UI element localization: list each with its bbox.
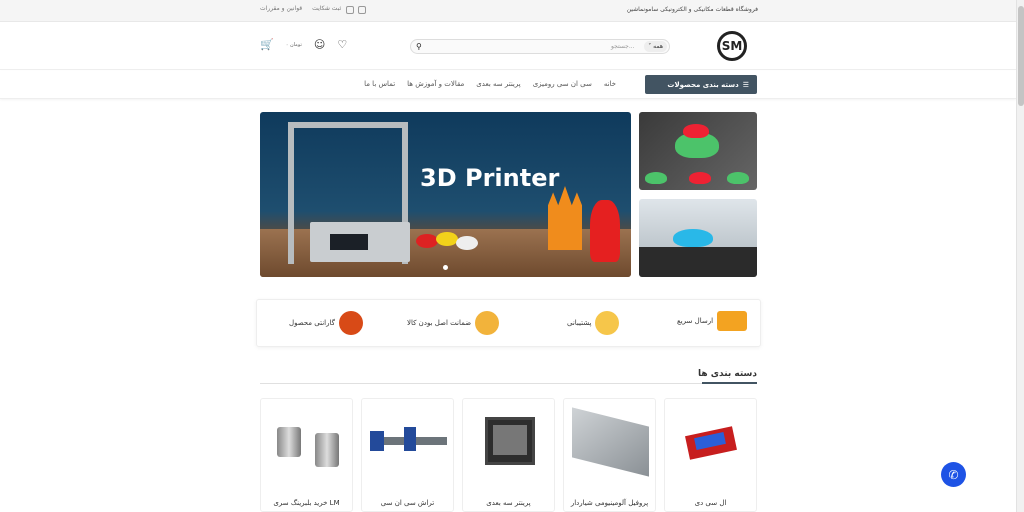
header: SM ⚲ جستجو... ˅ همه 🛒 ۰ تومان ☺ ♡: [0, 22, 1016, 70]
category-image-lcd: [673, 411, 750, 471]
categories-button-label: دسته بندی محصولات: [667, 80, 739, 89]
features-bar: ارسال سریع پشتیبانی ضمانت اصل بودن کالا …: [256, 299, 761, 347]
feature-label: پشتیبانی: [567, 319, 592, 327]
section-divider: [260, 382, 757, 384]
category-image-cnc-lathe: [370, 411, 447, 471]
category-card[interactable]: تراش سی ان سی: [361, 398, 454, 512]
wishlist-heart-icon[interactable]: ♡: [337, 38, 347, 51]
category-card[interactable]: خرید بلبرینگ سری LM: [260, 398, 353, 512]
slider-dot[interactable]: [443, 265, 448, 270]
top-bar: فروشگاه قطعات مکانیکی و الکترونیکی سامون…: [0, 0, 1016, 22]
feature-label: ضمانت اصل بودن کالا: [407, 319, 472, 327]
feature-fast-shipping: ارسال سریع: [677, 311, 748, 331]
nav-link-contact[interactable]: تماس با ما: [364, 80, 395, 88]
hero-banner[interactable]: 3D Printer: [260, 112, 631, 277]
main-nav: دسته بندی محصولات ☰ خانه سی ان سی رومیزی…: [0, 71, 1016, 99]
phone-call-button[interactable]: ✆: [941, 462, 966, 487]
categories-button[interactable]: دسته بندی محصولات ☰: [645, 75, 757, 94]
feature-support: پشتیبانی: [567, 311, 620, 335]
phone-icon: ✆: [948, 467, 959, 482]
nav-link-cnc[interactable]: سی ان سی رومیزی: [533, 80, 592, 88]
rules-link[interactable]: قوانین و مقررات: [260, 5, 302, 12]
social-icons: [346, 6, 366, 14]
store-name: فروشگاه قطعات مکانیکی و الکترونیکی سامون…: [626, 6, 758, 13]
header-icons: 🛒 ۰ تومان ☺ ♡: [260, 38, 347, 51]
search-category-select[interactable]: ˅ همه: [644, 41, 667, 52]
printer-screen-image: [330, 234, 368, 250]
logo-text: SM: [721, 39, 743, 53]
category-image-lm-bearing: [269, 411, 346, 471]
side-banner-printing[interactable]: [639, 199, 757, 277]
side-banner-boats[interactable]: [639, 112, 757, 190]
user-icon[interactable]: ☺: [314, 38, 325, 51]
category-name: ال سی دی: [694, 499, 727, 507]
support-icon: [595, 311, 620, 335]
guarantee-badge-icon: [338, 311, 363, 335]
medal-icon: [475, 311, 500, 335]
feature-label: ارسال سریع: [677, 317, 714, 325]
nav-link-3d-printer[interactable]: پرینتر سه بعدی: [476, 80, 520, 88]
top-links: قوانین و مقررات ثبت شکایت: [260, 5, 341, 12]
filament-spools-image: [416, 230, 496, 252]
category-image-aluminum-profile: [572, 407, 649, 477]
nav-link-articles[interactable]: مقالات و آموزش ها: [407, 80, 464, 88]
nav-links: خانه سی ان سی رومیزی پرینتر سه بعدی مقال…: [364, 80, 616, 88]
category-card[interactable]: ال سی دی: [664, 398, 757, 512]
lion-model-image: [590, 200, 620, 262]
page: فروشگاه قطعات مکانیکی و الکترونیکی سامون…: [0, 0, 1016, 512]
section-title: دسته بندی ها: [698, 369, 757, 379]
scrollbar[interactable]: [1016, 0, 1024, 512]
search-bar[interactable]: ⚲ جستجو... ˅ همه: [410, 39, 670, 54]
scrollbar-thumb[interactable]: [1018, 6, 1024, 106]
category-card[interactable]: پروفیل آلومینیومی شیاردار: [563, 398, 656, 512]
category-name: پروفیل آلومینیومی شیاردار: [570, 499, 649, 507]
category-name: تراش سی ان سی: [380, 499, 435, 507]
category-name: پرینتر سه بعدی: [486, 499, 531, 507]
search-input[interactable]: جستجو...: [611, 43, 635, 50]
email-icon[interactable]: [346, 6, 354, 14]
feature-authenticity: ضمانت اصل بودن کالا: [407, 311, 500, 335]
category-cards: ال سی دی پروفیل آلومینیومی شیاردار پرینت…: [260, 398, 758, 512]
cart-total: ۰ تومان: [285, 41, 302, 48]
nav-link-home[interactable]: خانه: [604, 80, 616, 88]
category-card[interactable]: پرینتر سه بعدی: [462, 398, 555, 512]
instagram-icon[interactable]: [358, 6, 366, 14]
category-name: خرید بلبرینگ سری LM: [273, 499, 340, 507]
cart-icon[interactable]: 🛒: [260, 38, 274, 51]
search-icon[interactable]: ⚲: [416, 42, 422, 51]
complaint-link[interactable]: ثبت شکایت: [312, 5, 341, 12]
search-category-label: همه: [653, 43, 663, 50]
menu-icon: ☰: [742, 80, 749, 89]
feature-label: گارانتی محصول: [289, 319, 335, 327]
chevron-down-icon: ˅: [648, 43, 652, 50]
truck-icon: [717, 311, 748, 331]
category-image-3d-printer: [471, 411, 548, 471]
feature-guarantee: گارانتی محصول: [289, 311, 363, 335]
banner-title: 3D Printer: [420, 164, 560, 192]
castle-model-image: [548, 186, 582, 250]
site-logo[interactable]: SM: [717, 31, 747, 61]
